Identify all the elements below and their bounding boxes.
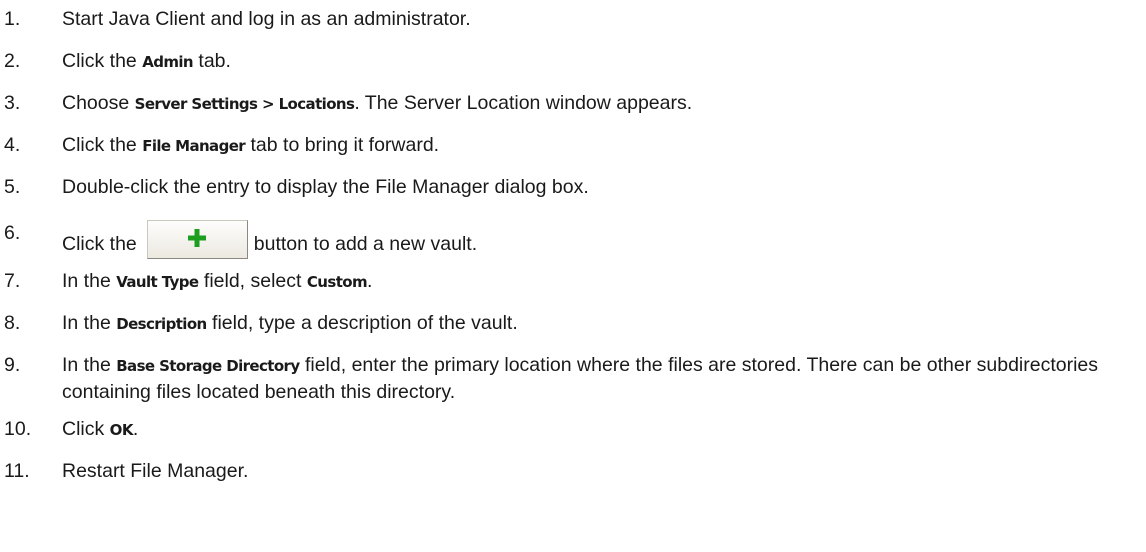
add-vault-button[interactable] <box>146 220 248 259</box>
step-text-segment: Restart File Manager. <box>62 460 249 482</box>
ui-term: Vault Type <box>116 273 199 291</box>
step-text-segment: button to add a new vault. <box>253 233 478 255</box>
step-number: 2. <box>4 50 21 72</box>
step-text-segment: Click <box>62 418 110 440</box>
step-text: Click the File Manager tab to bring it f… <box>62 132 1142 159</box>
step-text-segment: . <box>367 270 373 292</box>
step-text-segment: . The Server Location window appears. <box>354 92 693 114</box>
step-number: 10. <box>4 418 32 440</box>
ui-term: File Manager <box>142 137 246 155</box>
step-number: 11. <box>4 460 30 482</box>
step-number: 4. <box>4 134 21 156</box>
step-text-segment: In the <box>62 312 117 334</box>
ui-term: Server Settings > Locations <box>134 95 355 113</box>
step-text: Choose Server Settings > Locations. The … <box>62 90 1142 117</box>
step-number: 1. <box>4 8 21 30</box>
step-text: Click the Admin tab. <box>62 48 1142 75</box>
step-text-segment: Click the <box>62 134 143 156</box>
step-text: In the Base Storage Directory field, ent… <box>62 352 1142 405</box>
step-number: 9. <box>4 354 21 376</box>
ui-term: Admin <box>142 53 193 71</box>
step-text-segment: Start Java Client and log in as an admin… <box>62 8 471 30</box>
step-text-segment: Click the <box>62 233 137 255</box>
ui-term: OK <box>109 421 134 439</box>
step-text-segment: Choose <box>62 92 135 114</box>
step-text-segment: field, type a description of the vault. <box>206 312 518 334</box>
ui-term: Base Storage Directory <box>116 357 300 375</box>
step-number: 3. <box>4 92 21 114</box>
step-number: 7. <box>4 270 21 292</box>
ui-term: Custom <box>306 273 368 291</box>
step-number: 6. <box>4 222 21 244</box>
step-number: 8. <box>4 312 21 334</box>
step-text-segment: tab to bring it forward. <box>245 134 440 156</box>
step-text-segment: field, select <box>198 270 307 292</box>
step-text: In the Description field, type a descrip… <box>62 310 1142 337</box>
step-text-segment: Click the <box>62 50 143 72</box>
ui-term: Description <box>116 315 207 333</box>
step-text: In the Vault Type field, select Custom. <box>62 268 1142 295</box>
step-text: Click the button to add a new vault. <box>62 220 1142 259</box>
step-number: 5. <box>4 176 21 198</box>
step-text-segment: In the <box>62 270 117 292</box>
step-text-segment: Double-click the entry to display the Fi… <box>62 176 589 198</box>
step-text-segment: In the <box>62 354 117 376</box>
step-text: Start Java Client and log in as an admin… <box>62 6 1142 32</box>
step-text: Restart File Manager. <box>62 458 1142 484</box>
step-text: Click OK. <box>62 416 1142 443</box>
step-text-segment: tab. <box>193 50 231 72</box>
step-text: Double-click the entry to display the Fi… <box>62 174 1142 200</box>
step-text-segment: . <box>132 418 139 440</box>
